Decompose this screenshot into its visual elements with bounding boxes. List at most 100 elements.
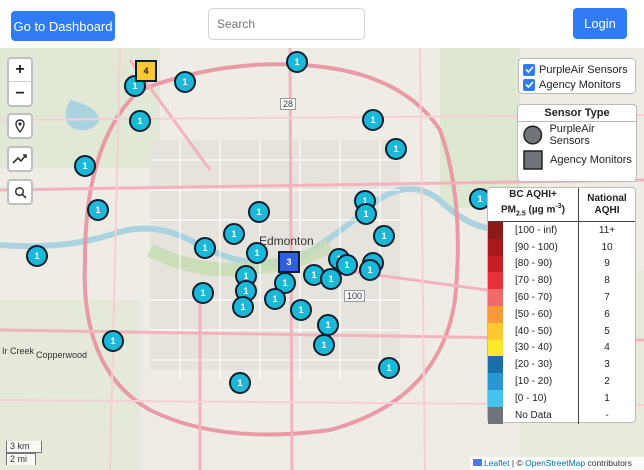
agency-monitor-marker[interactable]: 4 <box>135 60 157 82</box>
legend-range: No Data <box>503 406 579 424</box>
purpleair-sensor-marker[interactable]: 1 <box>74 155 96 177</box>
checkbox-checked-icon[interactable] <box>523 63 535 76</box>
purpleair-sensor-marker[interactable]: 1 <box>229 372 251 394</box>
legend-swatch <box>488 222 503 239</box>
legend-swatch <box>488 272 503 290</box>
top-bar: Go to Dashboard Login <box>0 0 644 48</box>
legend-row: [90 - 100) 10 <box>488 238 635 256</box>
purpleair-sensor-marker[interactable]: 1 <box>359 259 381 281</box>
locate-button[interactable] <box>7 113 33 139</box>
scale-km: 3 km <box>6 441 42 453</box>
purpleair-sensor-marker[interactable]: 1 <box>317 314 339 336</box>
login-button[interactable]: Login <box>573 8 627 39</box>
legend-row: [30 - 40) 4 <box>488 339 635 357</box>
sensor-type-legend: Sensor Type PurpleAir Sensors Agency Mon… <box>517 104 637 182</box>
location-pin-icon <box>15 119 25 133</box>
agency-monitor-marker[interactable]: 3 <box>278 251 300 273</box>
legend-range: [100 - inf) <box>503 222 579 239</box>
purpleair-sensor-marker[interactable]: 1 <box>26 245 48 267</box>
legend-swatch <box>488 305 503 323</box>
purpleair-sensor-marker[interactable]: 1 <box>378 357 400 379</box>
scale-bar: 3 km 2 mi <box>6 441 42 465</box>
legend-swatch <box>488 339 503 357</box>
legend-aqhi: 4 <box>604 342 610 354</box>
legend-row: [10 - 20) 2 <box>488 373 635 390</box>
sensor-type-purpleair: PurpleAir Sensors <box>518 122 636 147</box>
osm-link[interactable]: OpenStreetMap <box>525 458 585 468</box>
zoom-out-button[interactable]: − <box>9 82 31 105</box>
purpleair-sensor-marker[interactable]: 1 <box>362 109 384 131</box>
purpleair-sensor-marker[interactable]: 1 <box>223 223 245 245</box>
go-to-dashboard-button[interactable]: Go to Dashboard <box>11 11 115 41</box>
legend-aqhi: 11+ <box>598 224 616 236</box>
legend-swatch <box>488 389 503 407</box>
sensor-type-agency: Agency Monitors <box>518 147 636 172</box>
legend-aqhi: 10 <box>601 241 613 253</box>
legend-aqhi: 9 <box>604 258 610 270</box>
legend-range: [30 - 40) <box>503 339 579 357</box>
agency-layer-toggle[interactable]: Agency Monitors <box>523 77 631 92</box>
legend-range: [70 - 80) <box>503 272 579 290</box>
sensor-type-purpleair-label: PurpleAir Sensors <box>549 122 595 147</box>
legend-rows: [100 - inf) 11+ [90 - 100) 10 [80 - 90) 9 [70 … <box>488 222 635 424</box>
legend-range: [50 - 60) <box>503 305 579 323</box>
legend-aqhi: 6 <box>604 308 610 320</box>
leaflet-flag-icon <box>473 459 482 466</box>
route-28-label: 28 <box>280 98 297 110</box>
purpleair-sensor-marker[interactable]: 1 <box>194 237 216 259</box>
leaflet-link[interactable]: Leaflet <box>484 458 510 468</box>
legend-swatch <box>488 255 503 273</box>
legend-row: [50 - 60) 6 <box>488 305 635 323</box>
legend-aqhi: 7 <box>604 292 610 304</box>
purpleair-sensor-marker[interactable]: 1 <box>192 282 214 304</box>
sensor-type-title: Sensor Type <box>518 105 636 122</box>
legend-row: [0 - 10) 1 <box>488 389 635 407</box>
purpleair-sensor-marker[interactable]: 1 <box>320 268 342 290</box>
area-label: Ir Creek <box>2 346 35 356</box>
legend-col1-header: BC AQHI+ PM2.5 (µg m-3) <box>488 188 579 221</box>
app-root: Go to Dashboard Login <box>0 0 644 470</box>
aqhi-legend: BC AQHI+ PM2.5 (µg m-3) National AQHI [100… <box>487 187 636 424</box>
legend-swatch <box>488 356 503 374</box>
legend-aqhi: 1 <box>604 392 610 404</box>
legend-row: [40 - 50) 5 <box>488 322 635 340</box>
legend-range: [10 - 20) <box>503 373 579 390</box>
purpleair-sensor-marker[interactable]: 1 <box>232 296 254 318</box>
route-100-label: 100 <box>344 290 366 302</box>
purpleair-sensor-marker[interactable]: 1 <box>286 51 308 73</box>
search-input[interactable] <box>208 8 365 40</box>
legend-row: No Data - <box>488 406 635 424</box>
legend-row: [80 - 90) 9 <box>488 255 635 273</box>
purpleair-sensor-marker[interactable]: 1 <box>87 199 109 221</box>
purpleair-layer-toggle[interactable]: PurpleAir Sensors <box>523 62 631 77</box>
city-label: Edmonton <box>259 234 314 248</box>
legend-range: [40 - 50) <box>503 322 579 340</box>
purpleair-sensor-marker[interactable]: 1 <box>313 334 335 356</box>
legend-aqhi: 2 <box>604 376 610 388</box>
purpleair-sensor-marker[interactable]: 1 <box>248 201 270 223</box>
legend-range: [80 - 90) <box>503 255 579 273</box>
legend-range: [20 - 30) <box>503 356 579 374</box>
purpleair-sensor-marker[interactable]: 1 <box>385 138 407 160</box>
purpleair-sensor-marker[interactable]: 1 <box>373 225 395 247</box>
legend-range: [90 - 100) <box>503 238 579 256</box>
legend-swatch <box>488 373 503 390</box>
legend-row: [70 - 80) 8 <box>488 272 635 290</box>
map-search-button[interactable] <box>7 179 33 205</box>
zoom-in-button[interactable]: + <box>9 59 31 82</box>
purpleair-sensor-marker[interactable]: 1 <box>129 110 151 132</box>
purpleair-sensor-marker[interactable]: 1 <box>264 288 286 310</box>
zoom-control: + − <box>7 57 33 107</box>
purpleair-sensor-marker[interactable]: 1 <box>290 299 312 321</box>
scale-mi: 2 mi <box>6 453 36 465</box>
layer-toggle-panel: PurpleAir Sensors Agency Monitors <box>518 58 636 94</box>
purpleair-sensor-marker[interactable]: 1 <box>102 330 124 352</box>
square-marker-icon <box>523 149 543 170</box>
checkbox-checked-icon[interactable] <box>523 78 535 91</box>
purpleair-sensor-marker[interactable]: 1 <box>355 203 377 225</box>
legend-swatch <box>488 238 503 256</box>
legend-header: BC AQHI+ PM2.5 (µg m-3) National AQHI <box>488 188 635 222</box>
purpleair-sensor-marker[interactable]: 1 <box>246 242 268 264</box>
purpleair-sensor-marker[interactable]: 1 <box>174 71 196 93</box>
trend-button[interactable] <box>7 146 33 172</box>
